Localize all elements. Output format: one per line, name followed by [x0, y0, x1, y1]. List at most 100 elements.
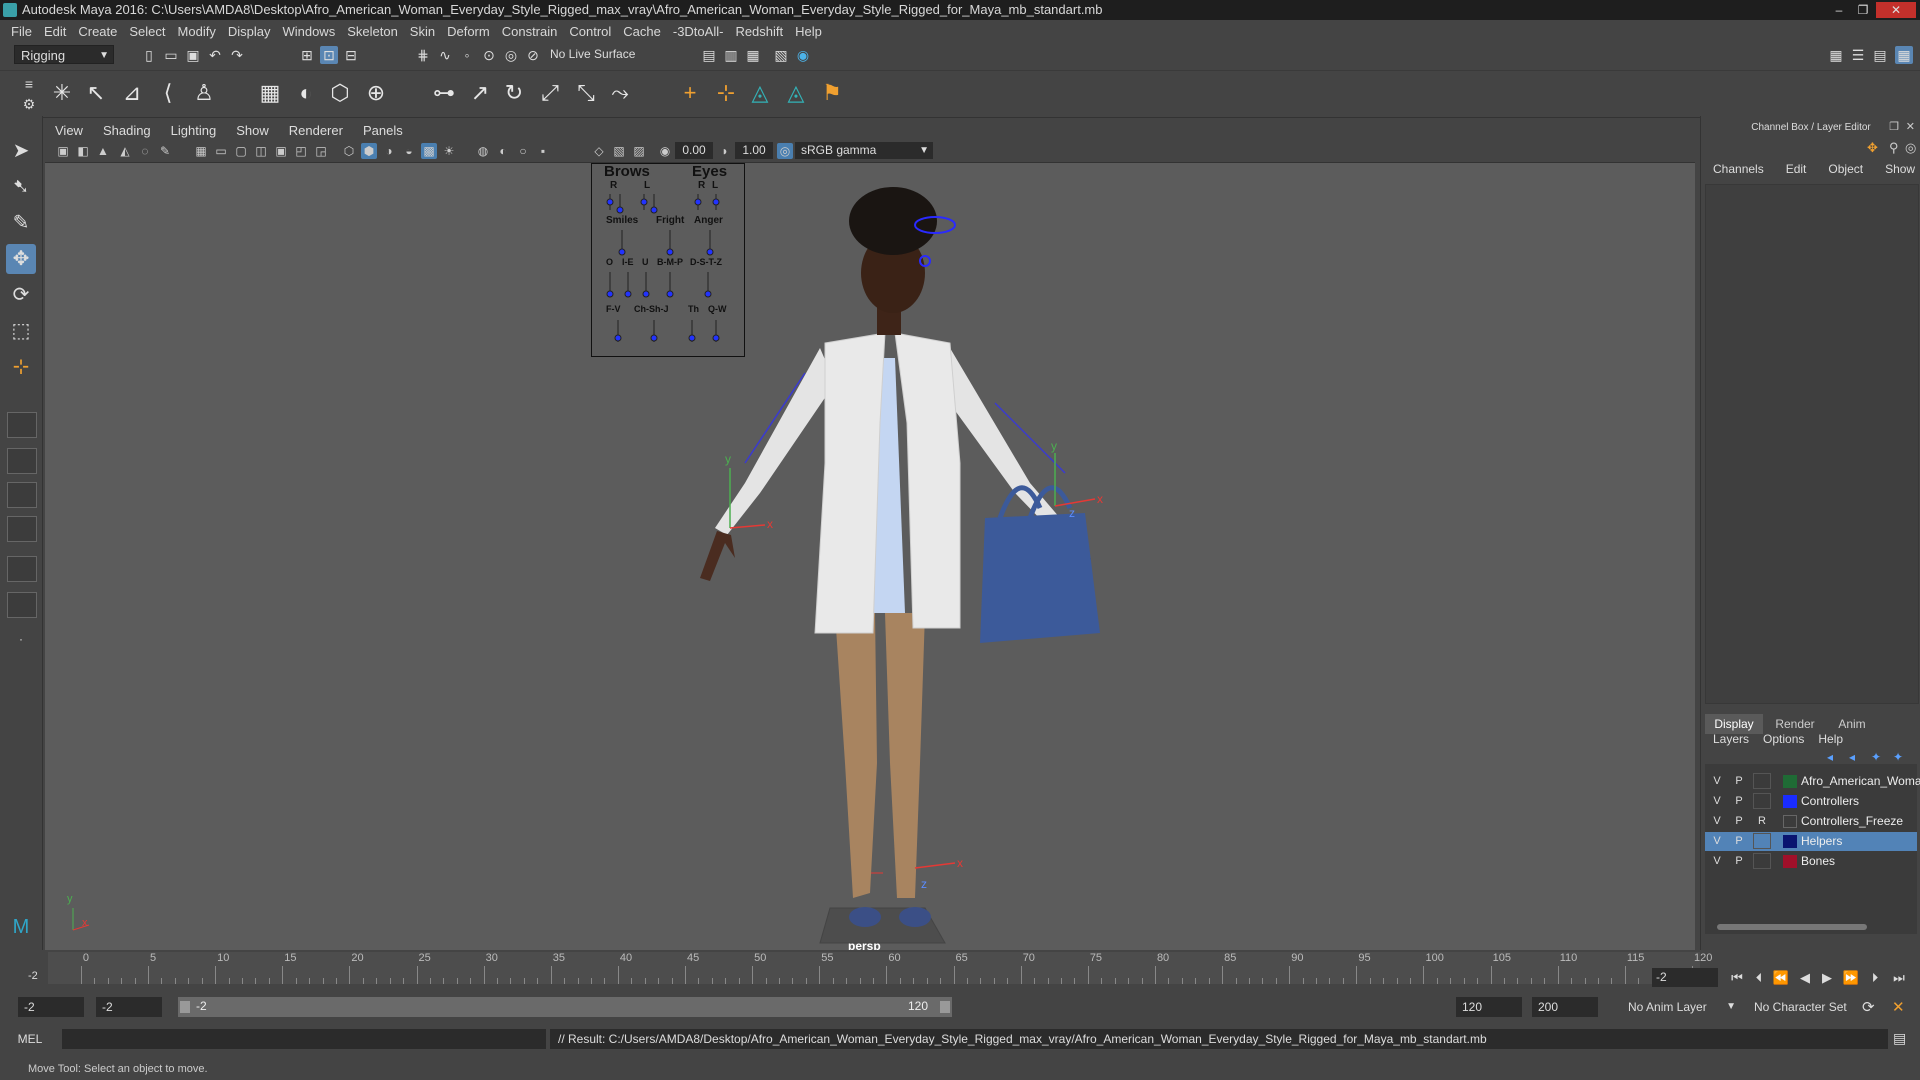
range-slider[interactable]: -2 120 — [178, 997, 952, 1017]
locator-icon[interactable]: + — [676, 79, 704, 107]
xray-components-icon[interactable]: ▪ — [535, 143, 551, 159]
tab-anim[interactable]: Anim — [1827, 714, 1877, 734]
humanik-icon[interactable]: ♙ — [190, 79, 218, 107]
insert-joint-icon[interactable]: ↖ — [82, 79, 110, 107]
le-menu-help[interactable]: Help — [1818, 732, 1843, 746]
layer-display-type[interactable] — [1753, 793, 1771, 809]
layer-display-type[interactable] — [1753, 833, 1771, 849]
cb-menu-channels[interactable]: Channels — [1701, 162, 1774, 182]
bookmark-icon[interactable]: ▲ — [95, 143, 111, 159]
move-layer-up-icon[interactable]: ◂ — [1827, 750, 1833, 764]
layer-name[interactable]: Controllers_Freeze — [1801, 812, 1903, 831]
maximize-button[interactable]: ❐ — [1852, 2, 1874, 18]
menu-deform[interactable]: Deform — [444, 24, 499, 39]
go-to-end-icon[interactable]: ⏭ — [1890, 969, 1908, 987]
image-plane-icon[interactable]: ◭ — [117, 143, 133, 159]
new-layer-selected-icon[interactable]: ✦ — [1893, 750, 1903, 764]
aim-constraint-icon[interactable]: ↗ — [466, 79, 494, 107]
layer-playback[interactable]: P — [1731, 833, 1747, 849]
layer-color-swatch[interactable] — [1783, 815, 1797, 828]
smooth-shade-icon[interactable]: ⬢ — [361, 143, 377, 159]
playback-start-field[interactable]: -2 — [96, 997, 162, 1017]
layer-display-type[interactable] — [1753, 853, 1771, 869]
le-menu-layers[interactable]: Layers — [1713, 732, 1749, 746]
gamma-icon[interactable]: ◗ — [717, 143, 733, 159]
cluster-icon[interactable]: ⊕ — [362, 79, 390, 107]
layer-display-type[interactable] — [1753, 773, 1771, 789]
paint-select-icon[interactable]: ✎ — [6, 208, 36, 238]
gate-mask-icon[interactable]: ◫ — [253, 143, 269, 159]
layer-name[interactable]: Controllers — [1801, 792, 1859, 811]
channel-box-area[interactable] — [1705, 184, 1919, 704]
step-back-frame-icon[interactable]: ⏴ — [1750, 969, 1768, 987]
pole-vector-icon[interactable]: ⤳ — [606, 79, 634, 107]
wireframe-icon[interactable]: ⬡ — [341, 143, 357, 159]
step-back-key-icon[interactable]: ⏪ — [1772, 969, 1790, 987]
menu-cache[interactable]: Cache — [620, 24, 670, 39]
safe-action-icon[interactable]: ◰ — [293, 143, 309, 159]
outliner-layout-icon[interactable] — [7, 516, 37, 542]
make-live-icon[interactable]: ◎ — [502, 46, 520, 64]
layer-visibility[interactable]: V — [1709, 813, 1725, 829]
snap-view-plane-icon[interactable]: ⊙ — [480, 46, 498, 64]
grease-pencil-icon[interactable]: ✎ — [157, 143, 173, 159]
anim-layer-dropdown[interactable]: No Anim Layer ▼ — [1622, 997, 1740, 1017]
scale-tool-icon[interactable]: ⬚ — [6, 316, 36, 346]
step-forward-key-icon[interactable]: ⏩ — [1842, 969, 1860, 987]
hyper-icon[interactable]: ◎ — [1905, 140, 1916, 156]
snap-grid-icon[interactable]: ⋕ — [414, 46, 432, 64]
step-forward-frame-icon[interactable]: ⏵ — [1866, 969, 1884, 987]
layer-name[interactable]: Bones — [1801, 852, 1835, 871]
select-component-icon[interactable]: ⊟ — [342, 46, 360, 64]
manip-icon[interactable]: ✥ — [1867, 140, 1878, 156]
channel-box-toggle-icon[interactable]: ▦ — [1895, 46, 1913, 64]
layout-more-icon[interactable]: · — [6, 624, 36, 654]
layer-color-swatch[interactable] — [1783, 795, 1797, 808]
hypershade-icon[interactable]: ▧ — [772, 46, 790, 64]
close-panel-icon[interactable]: ✕ — [1906, 120, 1915, 133]
menu-redshift[interactable]: Redshift — [732, 24, 792, 39]
snap-curve-icon[interactable]: ∿ — [436, 46, 454, 64]
undo-icon[interactable]: ↶ — [206, 46, 224, 64]
field-chart-icon[interactable]: ▣ — [273, 143, 289, 159]
ssao-icon[interactable]: ◇ — [591, 143, 607, 159]
tab-render[interactable]: Render — [1767, 714, 1823, 734]
shadows-icon[interactable]: ☀ — [441, 143, 457, 159]
ik-handle-icon[interactable]: ⊿ — [118, 79, 146, 107]
layer-color-swatch[interactable] — [1783, 835, 1797, 848]
select-camera-icon[interactable]: ▣ — [55, 143, 71, 159]
play-forwards-icon[interactable]: ▶ — [1818, 969, 1836, 987]
multisample-aa-icon[interactable]: ▨ — [631, 143, 647, 159]
gamma-field[interactable]: 1.00 — [735, 142, 773, 159]
script-icon-1[interactable]: ◬ — [746, 79, 774, 107]
two-view-layout-icon[interactable] — [7, 482, 37, 508]
go-to-start-icon[interactable]: ⏮ — [1728, 969, 1746, 987]
menu-windows[interactable]: Windows — [279, 24, 344, 39]
isolate-select-icon[interactable]: ◍ — [475, 143, 491, 159]
exposure-field[interactable]: 0.00 — [675, 142, 713, 159]
select-object-icon[interactable]: ⊡ — [320, 46, 338, 64]
speed-icon[interactable]: ⚲ — [1889, 140, 1899, 156]
time-slider[interactable]: 0 5 10 15 20 25 30 35 40 45 50 55 60 65 70 75 80 85 90 95 10… — [0, 950, 1920, 986]
face-control-sliders[interactable] — [592, 164, 744, 356]
script-icon-2[interactable]: ◬ — [782, 79, 810, 107]
render-frame-icon[interactable]: ▤ — [700, 46, 718, 64]
preferences-icon[interactable]: ✕ — [1892, 998, 1905, 1016]
render-settings-icon[interactable]: ▦ — [744, 46, 762, 64]
ipr-render-icon[interactable]: ▥ — [722, 46, 740, 64]
layer-visibility[interactable]: V — [1709, 793, 1725, 809]
hypershade-layout-icon[interactable] — [7, 592, 37, 618]
ik-spline-icon[interactable]: ⟨ — [154, 79, 182, 107]
menu-edit[interactable]: Edit — [41, 24, 75, 39]
le-menu-options[interactable]: Options — [1763, 732, 1804, 746]
layer-row[interactable]: V P R Controllers_Freeze — [1705, 812, 1917, 831]
lasso-tool-icon[interactable]: ➷ — [6, 172, 36, 202]
grid-icon[interactable]: ▦ — [193, 143, 209, 159]
vp-menu-view[interactable]: View — [45, 123, 93, 138]
scale-constraint-icon[interactable]: ⤢ — [536, 79, 564, 107]
menu-modify[interactable]: Modify — [175, 24, 225, 39]
exposure-icon[interactable]: ◉ — [657, 143, 673, 159]
modeling-toolkit-icon[interactable]: ▦ — [1827, 46, 1845, 64]
new-scene-icon[interactable]: ▯ — [140, 46, 158, 64]
snap-together-icon[interactable]: ⊘ — [524, 46, 542, 64]
